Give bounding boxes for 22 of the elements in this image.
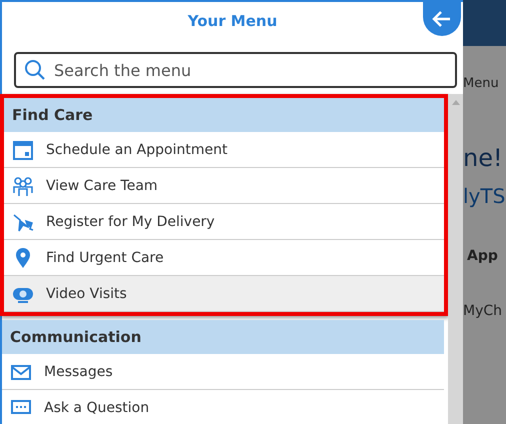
scrollbar[interactable] [448, 94, 463, 424]
page-text: MyCh [463, 303, 502, 319]
menu-title: Your Menu [188, 12, 278, 30]
calendar-icon [12, 138, 34, 160]
menu-item[interactable]: View Care Team [4, 168, 444, 204]
back-button[interactable] [423, 2, 461, 36]
page-text: App [467, 248, 498, 264]
scroll-up-icon [450, 98, 460, 106]
search-field[interactable]: Search the menu [14, 52, 457, 88]
page-text: lyTS [463, 184, 506, 208]
header-bar [463, 0, 506, 46]
menu-item[interactable]: Find Urgent Care [4, 240, 444, 276]
page-text: Menu [463, 76, 499, 91]
search-icon [24, 59, 46, 81]
people-icon [12, 174, 34, 196]
menu-item[interactable]: Video Visits [4, 276, 444, 312]
page-text: ne! [463, 144, 503, 172]
menu-item[interactable]: Schedule an Appointment [4, 132, 444, 168]
menu-item[interactable]: Register for My Delivery [4, 204, 444, 240]
section-header: Communication [2, 320, 444, 354]
back-arrow-icon [432, 10, 452, 28]
section-header: Find Care [4, 98, 444, 132]
